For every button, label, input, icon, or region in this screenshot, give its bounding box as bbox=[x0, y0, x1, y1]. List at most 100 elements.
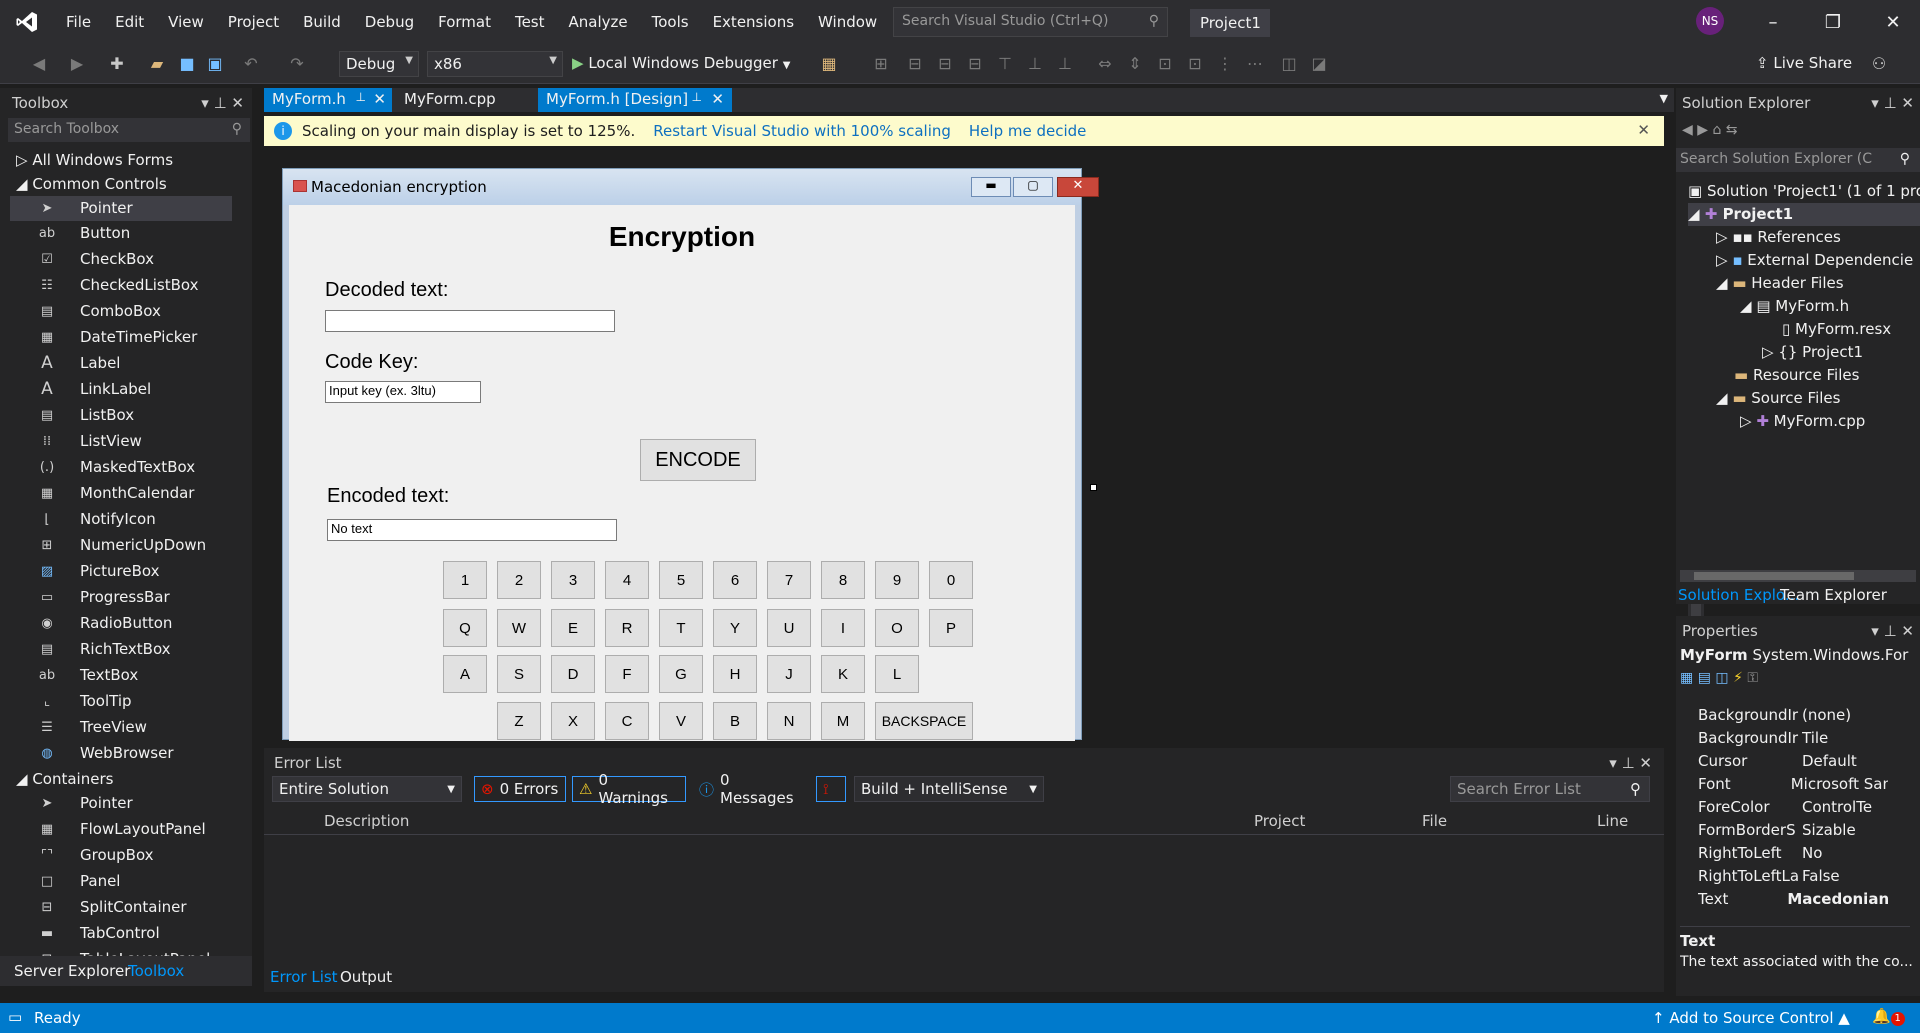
toolbox-item-tabcontrol[interactable]: ▬ TabControl bbox=[10, 921, 232, 946]
save-all-icon[interactable]: ▣ bbox=[204, 53, 226, 75]
toolbox-item-button[interactable]: ab Button bbox=[10, 221, 232, 246]
key-6[interactable]: 6 bbox=[713, 561, 757, 599]
close-icon[interactable]: ✕ bbox=[1637, 121, 1650, 139]
toolbox-item-checkbox[interactable]: ☑ CheckBox bbox=[10, 247, 232, 272]
key-p[interactable]: P bbox=[929, 609, 973, 647]
menu-edit[interactable]: Edit bbox=[103, 0, 156, 44]
tab-server-explorer[interactable]: Server Explorer bbox=[14, 962, 130, 980]
make-same-size-icon[interactable]: ⊡ bbox=[1154, 53, 1176, 75]
key-1[interactable]: 1 bbox=[443, 561, 487, 599]
key-9[interactable]: 9 bbox=[875, 561, 919, 599]
toolbox-item-listview[interactable]: ⁞⁞ ListView bbox=[10, 429, 232, 454]
tree-external-deps[interactable]: ▷ ▪ External Dependencie bbox=[1716, 249, 1913, 272]
key-w[interactable]: W bbox=[497, 609, 541, 647]
toolbox-item-treeview[interactable]: ☰ TreeView bbox=[10, 715, 232, 740]
backspace-key[interactable]: BACKSPACE bbox=[875, 702, 973, 740]
prop-row[interactable]: RightToLeft No bbox=[1698, 842, 1888, 865]
tree-myform-h[interactable]: ◢ ▤ MyForm.h bbox=[1740, 295, 1849, 318]
warnings-filter-button[interactable]: ⚠ 0 Warnings bbox=[572, 771, 686, 807]
key-v[interactable]: V bbox=[659, 702, 703, 740]
properties-object-select[interactable]: MyForm System.Windows.For bbox=[1680, 646, 1916, 664]
key-0[interactable]: 0 bbox=[929, 561, 973, 599]
close-icon[interactable]: ✕ bbox=[1868, 0, 1918, 44]
build-source-select[interactable]: Build + IntelliSense ▼ bbox=[854, 776, 1044, 802]
new-project-icon[interactable]: ✚ bbox=[106, 53, 128, 75]
prop-row[interactable]: RightToLeftLa False bbox=[1698, 865, 1888, 888]
notifications-bell-icon[interactable]: 🔔 1 bbox=[1872, 1007, 1905, 1026]
toolbox-item-progressbar[interactable]: ▭ ProgressBar bbox=[10, 585, 232, 610]
home-icon[interactable]: ⌂ bbox=[1712, 122, 1721, 138]
toolbox-item-pointer[interactable]: ➤ Pointer bbox=[10, 196, 232, 221]
toolbox-item-flowlayoutpanel[interactable]: ▦ FlowLayoutPanel bbox=[10, 817, 232, 842]
toolbox-item-panel[interactable]: □ Panel bbox=[10, 869, 232, 894]
redo-icon[interactable]: ↷ bbox=[286, 53, 308, 75]
start-debugger-button[interactable]: ▶ Local Windows Debugger ▼ bbox=[572, 54, 790, 72]
config-select[interactable]: Debug ▼ bbox=[339, 51, 419, 77]
prop-row[interactable]: FontMicrosoft Sans bbox=[1698, 773, 1888, 796]
clear-filter-icon[interactable]: ⟟ bbox=[816, 776, 846, 802]
key-g[interactable]: G bbox=[659, 655, 703, 693]
tree-myform-resx[interactable]: ▯ MyForm.resx bbox=[1782, 318, 1891, 341]
toolbox-item-picturebox[interactable]: ▨ PictureBox bbox=[10, 559, 232, 584]
key-x[interactable]: X bbox=[551, 702, 595, 740]
menu-format[interactable]: Format bbox=[426, 0, 503, 44]
menu-analyze[interactable]: Analyze bbox=[557, 0, 640, 44]
key-y[interactable]: Y bbox=[713, 609, 757, 647]
key-c[interactable]: C bbox=[605, 702, 649, 740]
restart-scaling-link[interactable]: Restart Visual Studio with 100% scaling bbox=[653, 122, 951, 140]
menu-window[interactable]: Window bbox=[806, 0, 889, 44]
key-5[interactable]: 5 bbox=[659, 561, 703, 599]
back-icon[interactable]: ◀ bbox=[28, 53, 50, 75]
key-n[interactable]: N bbox=[767, 702, 811, 740]
tab-toolbox[interactable]: Toolbox bbox=[128, 962, 184, 980]
key-j[interactable]: J bbox=[767, 655, 811, 693]
categorized-icon[interactable]: ▦ bbox=[1680, 670, 1693, 686]
tree-references[interactable]: ▷ ▪▪ References bbox=[1716, 226, 1841, 249]
key-4[interactable]: 4 bbox=[605, 561, 649, 599]
prop-row[interactable]: Cursor Default bbox=[1698, 750, 1888, 773]
messages-filter-button[interactable]: ⓘ 0 Messages bbox=[692, 771, 806, 807]
align-centers-icon[interactable]: ⊟ bbox=[934, 53, 956, 75]
key-t[interactable]: T bbox=[659, 609, 703, 647]
key-8[interactable]: 8 bbox=[821, 561, 865, 599]
menu-tools[interactable]: Tools bbox=[640, 0, 701, 44]
prop-row[interactable]: BackgroundIr (none) bbox=[1698, 704, 1888, 727]
open-icon[interactable]: ▰ bbox=[146, 53, 168, 75]
property-pages-icon[interactable]: ⚿ bbox=[1747, 670, 1758, 686]
key-b[interactable]: B bbox=[713, 702, 757, 740]
horizontal-scrollbar[interactable] bbox=[1680, 570, 1916, 582]
key-2[interactable]: 2 bbox=[497, 561, 541, 599]
toolbox-item-splitcontainer[interactable]: ⊟ SplitContainer bbox=[10, 895, 232, 920]
column-line[interactable]: Line bbox=[1597, 812, 1628, 830]
menu-extensions[interactable]: Extensions bbox=[701, 0, 806, 44]
properties-icon[interactable]: ◫ bbox=[1715, 670, 1728, 686]
key-k[interactable]: K bbox=[821, 655, 865, 693]
align-bottoms-icon[interactable]: ⊥ bbox=[1054, 53, 1076, 75]
toolbox-item-groupbox[interactable]: ⌜⌝ GroupBox bbox=[10, 843, 232, 868]
form-minimize-icon[interactable]: ▬ bbox=[971, 177, 1011, 197]
align-lefts-icon[interactable]: ⊟ bbox=[904, 53, 926, 75]
events-icon[interactable]: ⚡ bbox=[1733, 670, 1743, 686]
column-description[interactable]: Description bbox=[324, 812, 409, 830]
column-file[interactable]: File bbox=[1422, 812, 1447, 830]
key-d[interactable]: D bbox=[551, 655, 595, 693]
panel-controls-icon[interactable]: ▾ ⊥ ✕ bbox=[1871, 622, 1914, 640]
winform-window[interactable]: Macedonian encryption ▬ ▢ ✕ Encryption D… bbox=[282, 168, 1099, 741]
maximize-icon[interactable]: ❐ bbox=[1808, 0, 1858, 44]
align-tops-icon[interactable]: ⊤ bbox=[994, 53, 1016, 75]
size-to-grid-icon[interactable]: ⊡ bbox=[1184, 53, 1206, 75]
column-project[interactable]: Project bbox=[1254, 812, 1305, 830]
save-icon[interactable]: ■ bbox=[176, 53, 198, 75]
panel-controls-icon[interactable]: ▾ ⊥ ✕ bbox=[1871, 94, 1914, 112]
tree-header-files[interactable]: ◢ ▬ Header Files bbox=[1716, 272, 1844, 295]
key-f[interactable]: F bbox=[605, 655, 649, 693]
prop-row[interactable]: ForeColor ControlTe bbox=[1698, 796, 1888, 819]
key-a[interactable]: A bbox=[443, 655, 487, 693]
toolbox-item-monthcalendar[interactable]: ▦ MonthCalendar bbox=[10, 481, 232, 506]
avatar[interactable]: NS bbox=[1696, 7, 1724, 35]
toolbox-item-radiobutton[interactable]: ◉ RadioButton bbox=[10, 611, 232, 636]
key-o[interactable]: O bbox=[875, 609, 919, 647]
toolbox-item-pointer[interactable]: ➤ Pointer bbox=[10, 791, 232, 816]
menu-test[interactable]: Test bbox=[503, 0, 557, 44]
prop-row[interactable]: BackgroundIr Tile bbox=[1698, 727, 1888, 750]
